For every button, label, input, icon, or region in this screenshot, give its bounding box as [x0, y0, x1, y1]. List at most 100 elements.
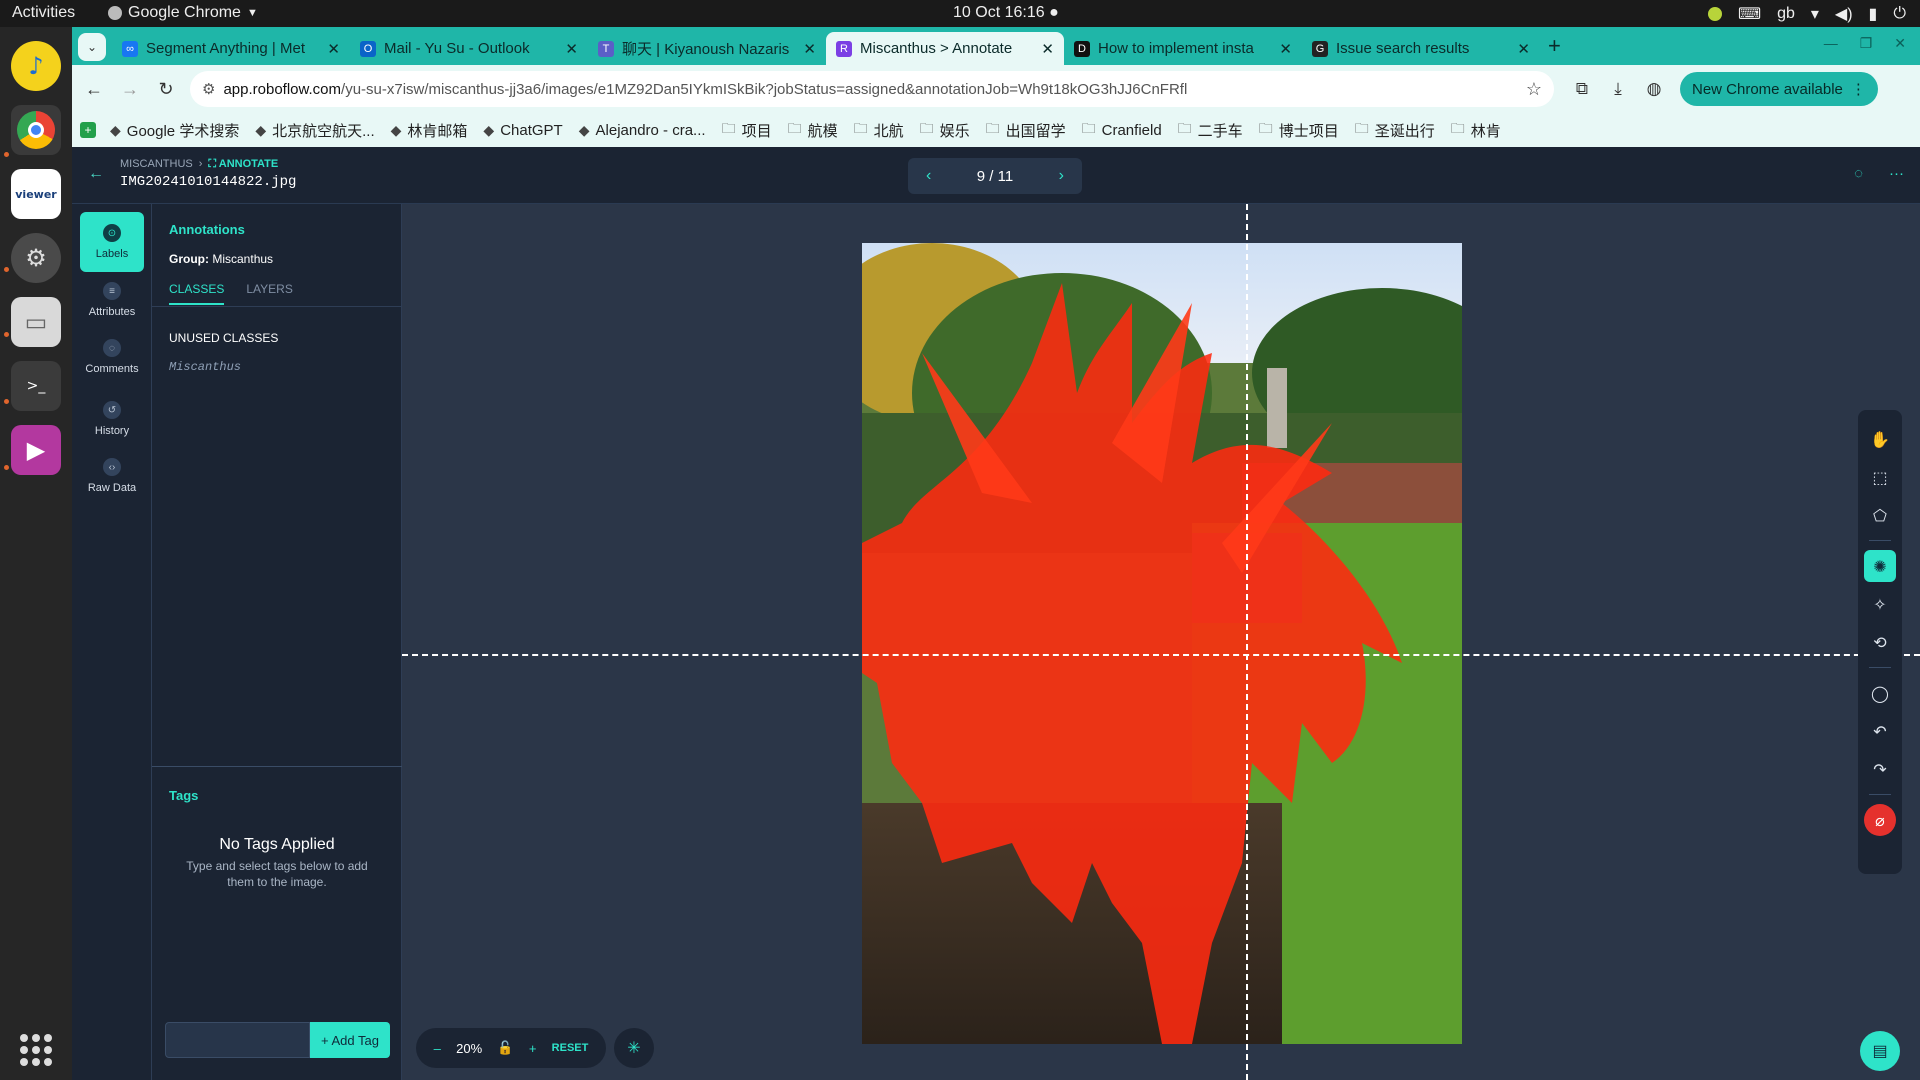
- minimize-icon[interactable]: —: [1824, 35, 1838, 52]
- new-tab-button[interactable]: +: [1548, 33, 1561, 59]
- tab-0[interactable]: ∞ Segment Anything | Met ✕: [112, 32, 350, 65]
- brightness-icon[interactable]: ✳: [614, 1028, 654, 1068]
- breadcrumb-annotate[interactable]: ⛶ ANNOTATE: [208, 158, 278, 171]
- show-apps-icon[interactable]: [20, 1034, 52, 1066]
- site-info-icon[interactable]: ⚙: [202, 80, 215, 98]
- tab-close-icon[interactable]: ✕: [803, 40, 816, 58]
- back-arrow-icon[interactable]: ←: [88, 165, 104, 183]
- apps-shortcut-icon[interactable]: +: [80, 122, 96, 138]
- maximize-icon[interactable]: ❐: [1860, 35, 1873, 52]
- bookmark-item[interactable]: 🗀 航模: [788, 118, 838, 142]
- comment-icon[interactable]: ◯: [1864, 677, 1896, 709]
- bookmark-item[interactable]: 🗀 出国留学: [986, 118, 1066, 142]
- rail-item-raw-data[interactable]: ‹› Raw Data: [80, 446, 144, 506]
- redo-icon[interactable]: ↷: [1864, 753, 1896, 785]
- files-dock-icon[interactable]: ▭: [11, 297, 61, 347]
- breadcrumb-project[interactable]: MISCANTHUS: [120, 158, 193, 171]
- bookmark-item[interactable]: 🗀 项目: [722, 118, 772, 142]
- tab-search-button[interactable]: ⌄: [78, 33, 106, 61]
- bookmark-item[interactable]: ◆ Alejandro - cra...: [579, 118, 706, 142]
- bookmark-item[interactable]: ◆ Google 学术搜索: [110, 118, 239, 142]
- tab-2[interactable]: T 聊天 | Kiyanoush Nazaris ✕: [588, 32, 826, 65]
- tab-close-icon[interactable]: ✕: [1041, 40, 1054, 58]
- comment-icon: ◌: [103, 339, 121, 357]
- next-image-button[interactable]: ›: [1059, 167, 1064, 185]
- app-menu[interactable]: Google Chrome ▼: [108, 4, 258, 22]
- tab-4[interactable]: D How to implement insta ✕: [1064, 32, 1302, 65]
- download-icon[interactable]: ⤓: [1600, 79, 1636, 99]
- tag-input[interactable]: [165, 1022, 310, 1058]
- bookmark-item[interactable]: 🗀 北航: [854, 118, 904, 142]
- tab-close-icon[interactable]: ✕: [565, 40, 578, 58]
- tab-3[interactable]: R Miscanthus > Annotate ✕: [826, 32, 1064, 65]
- close-icon[interactable]: ✕: [1894, 35, 1906, 52]
- reload-button[interactable]: ↻: [148, 79, 184, 100]
- panel-title: Annotations: [169, 222, 245, 237]
- folder-icon: 🗀: [1081, 120, 1096, 136]
- undo-icon[interactable]: ↶: [1864, 715, 1896, 747]
- reset-zoom-button[interactable]: RESET: [552, 1042, 589, 1054]
- address-bar[interactable]: ⚙ app.roboflow.com/yu-su-x7isw/miscanthu…: [190, 71, 1554, 107]
- profile-avatar[interactable]: ◍: [1636, 79, 1672, 99]
- bookmark-item[interactable]: 🗀 圣诞出行: [1355, 118, 1435, 142]
- bookmark-star-icon[interactable]: ☆: [1526, 79, 1542, 100]
- zoom-in-button[interactable]: +: [529, 1041, 537, 1056]
- bookmark-item[interactable]: 🗀 博士项目: [1259, 118, 1339, 142]
- folder-icon: 🗀: [919, 120, 934, 136]
- tab-close-icon[interactable]: ✕: [327, 40, 340, 58]
- tab-classes[interactable]: CLASSES: [169, 282, 225, 305]
- new-chrome-available-button[interactable]: New Chrome available ⋮: [1680, 72, 1878, 106]
- back-button[interactable]: ←: [76, 79, 112, 100]
- zoom-out-button[interactable]: –: [434, 1041, 441, 1056]
- tab-1[interactable]: O Mail - Yu Su - Outlook ✕: [350, 32, 588, 65]
- magic-wand-icon[interactable]: ✧: [1864, 588, 1896, 620]
- bookmark-item[interactable]: ◆ ChatGPT: [483, 118, 562, 142]
- bookmark-item[interactable]: 🗀 林肯: [1451, 118, 1501, 142]
- hide-annotations-icon[interactable]: ◌: [1854, 165, 1863, 182]
- bookmark-item[interactable]: 🗀 Cranfield: [1082, 118, 1162, 142]
- bookmark-item[interactable]: ◆ 林肯邮箱: [391, 118, 468, 142]
- rail-item-comments[interactable]: ◌ Comments: [80, 327, 144, 387]
- chat-support-icon[interactable]: ▤: [1860, 1031, 1900, 1071]
- polygon-icon[interactable]: ⬠: [1864, 499, 1896, 531]
- rail-item-history[interactable]: ↺ History: [80, 389, 144, 449]
- lock-zoom-icon[interactable]: 🔓: [497, 1040, 513, 1056]
- bookmark-item[interactable]: ◆ 北京航空航天...: [255, 118, 374, 142]
- viewer-dock-icon[interactable]: viewer: [11, 169, 61, 219]
- chrome-dock-icon[interactable]: [11, 105, 61, 155]
- bounding-box-icon[interactable]: ⬚: [1864, 461, 1896, 493]
- rail-item-attributes[interactable]: ≡ Attributes: [80, 270, 144, 330]
- more-options-icon[interactable]: ···: [1889, 165, 1904, 182]
- forward-button[interactable]: →: [112, 79, 148, 100]
- tab-close-icon[interactable]: ✕: [1279, 40, 1292, 58]
- bookmark-item[interactable]: 🗀 二手车: [1178, 118, 1243, 142]
- browser-tab-bar: ⌄ ∞ Segment Anything | Met ✕ O Mail - Yu Su …: [72, 27, 1920, 65]
- tab-layers[interactable]: LAYERS: [246, 282, 292, 305]
- activities-button[interactable]: Activities: [12, 4, 75, 22]
- running-indicator: [4, 152, 9, 157]
- bookmark-label: ChatGPT: [500, 121, 563, 139]
- terminal-dock-icon[interactable]: >_: [11, 361, 61, 411]
- dock-app-icon-yellow[interactable]: ♪: [11, 41, 61, 91]
- null-annotation-icon[interactable]: ⌀: [1864, 804, 1896, 836]
- rail-item-labels[interactable]: ⊙ Labels: [80, 212, 144, 272]
- tab-5[interactable]: G Issue search results ✕: [1302, 32, 1540, 65]
- smart-polygon-icon[interactable]: ✺: [1864, 550, 1896, 582]
- tab-title: 聊天 | Kiyanoush Nazaris: [622, 41, 790, 58]
- annotated-image[interactable]: [862, 243, 1462, 1044]
- clock[interactable]: 10 Oct 16:16 ●: [953, 4, 1059, 22]
- pan-hand-icon[interactable]: ✋: [1864, 423, 1896, 455]
- previous-image-button[interactable]: ‹: [926, 167, 931, 185]
- add-tag-button[interactable]: + Add Tag: [310, 1022, 390, 1058]
- tab-close-icon[interactable]: ✕: [1517, 40, 1530, 58]
- repeat-icon[interactable]: ⟲: [1864, 626, 1896, 658]
- system-tray[interactable]: ⌨ gb ▾ ◀) ▮ ⏻: [1707, 4, 1906, 24]
- settings-dock-icon[interactable]: ⚙: [11, 233, 61, 283]
- extensions-icon[interactable]: ⧉: [1564, 79, 1600, 99]
- annotation-canvas[interactable]: – 20% 🔓 + RESET ✳: [402, 204, 1920, 1080]
- media-player-dock-icon[interactable]: ▶: [11, 425, 61, 475]
- class-item[interactable]: Miscanthus: [169, 360, 241, 374]
- bookmark-item[interactable]: 🗀 娱乐: [920, 118, 970, 142]
- wifi-icon: ▾: [1810, 6, 1819, 23]
- teams-icon: T: [598, 40, 614, 57]
